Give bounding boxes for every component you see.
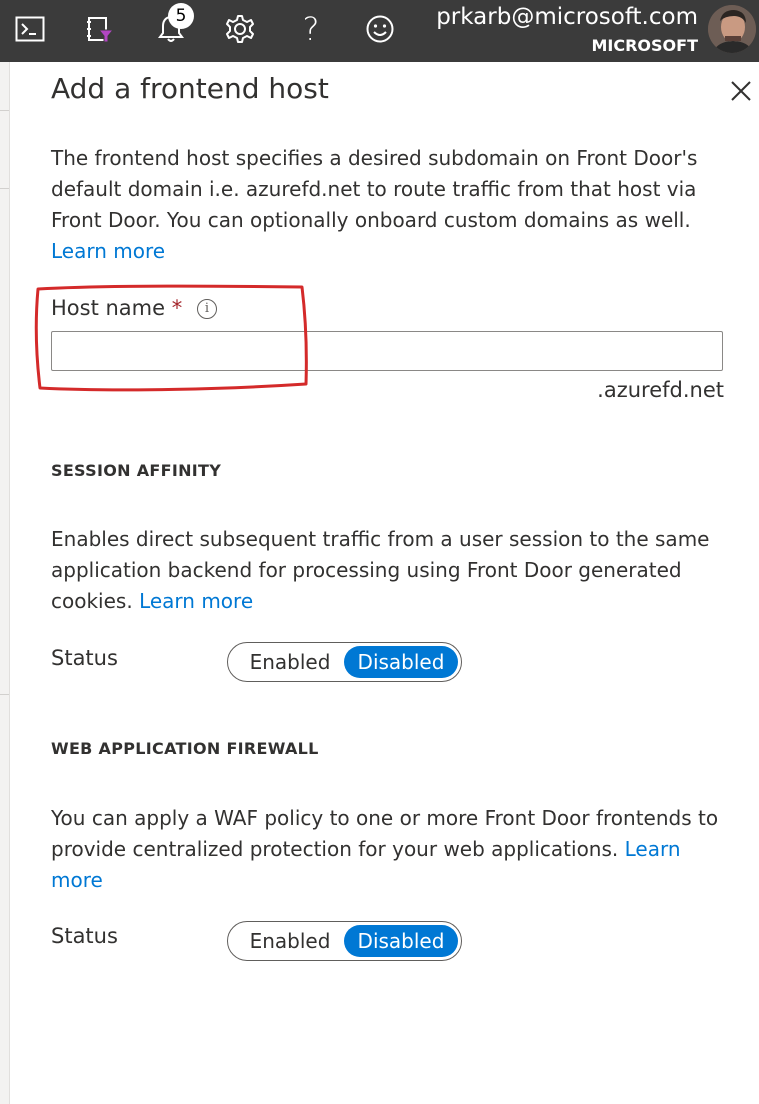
- feedback-icon[interactable]: [362, 0, 398, 58]
- session-affinity-heading: SESSION AFFINITY: [51, 461, 222, 480]
- session-affinity-status-label: Status: [51, 646, 118, 670]
- close-icon[interactable]: [726, 76, 756, 106]
- session-affinity-description: Enables direct subsequent traffic from a…: [51, 524, 731, 617]
- waf-heading: WEB APPLICATION FIREWALL: [51, 739, 319, 758]
- waf-status-label: Status: [51, 924, 118, 948]
- panel-title: Add a frontend host: [51, 72, 329, 105]
- intro-description: The frontend host specifies a desired su…: [51, 143, 731, 267]
- host-name-domain-suffix: .azurefd.net: [597, 378, 724, 402]
- host-name-label: Host name *: [51, 296, 182, 320]
- waf-text: You can apply a WAF policy to one or mor…: [51, 806, 719, 861]
- waf-toggle[interactable]: Enabled Disabled: [227, 921, 462, 961]
- waf-enabled-option[interactable]: Enabled: [234, 925, 346, 957]
- notification-count-badge: 5: [168, 3, 194, 29]
- user-email[interactable]: prkarb@microsoft.com: [436, 4, 698, 30]
- help-icon[interactable]: ?: [294, 0, 328, 58]
- intro-learn-more-link[interactable]: Learn more: [51, 239, 165, 263]
- top-bar: 5 ? prkarb@microsoft.com MICROSOFT: [0, 0, 759, 62]
- session-affinity-learn-more-link[interactable]: Learn more: [139, 589, 253, 613]
- session-affinity-enabled-option[interactable]: Enabled: [234, 646, 346, 678]
- user-organization: MICROSOFT: [591, 36, 698, 55]
- intro-text: The frontend host specifies a desired su…: [51, 146, 698, 232]
- host-name-input[interactable]: [51, 331, 723, 371]
- required-marker: *: [171, 296, 183, 320]
- waf-description: You can apply a WAF policy to one or mor…: [51, 803, 731, 896]
- host-name-label-text: Host name: [51, 296, 166, 320]
- user-avatar[interactable]: [708, 5, 756, 53]
- info-icon[interactable]: i: [197, 299, 217, 319]
- session-affinity-toggle[interactable]: Enabled Disabled: [227, 642, 462, 682]
- cloud-shell-icon[interactable]: [12, 0, 48, 58]
- background-blade-edge: [0, 62, 10, 1104]
- directory-filter-icon[interactable]: [82, 0, 118, 58]
- session-affinity-disabled-option[interactable]: Disabled: [344, 646, 458, 678]
- waf-disabled-option[interactable]: Disabled: [344, 925, 458, 957]
- settings-icon[interactable]: [222, 0, 258, 58]
